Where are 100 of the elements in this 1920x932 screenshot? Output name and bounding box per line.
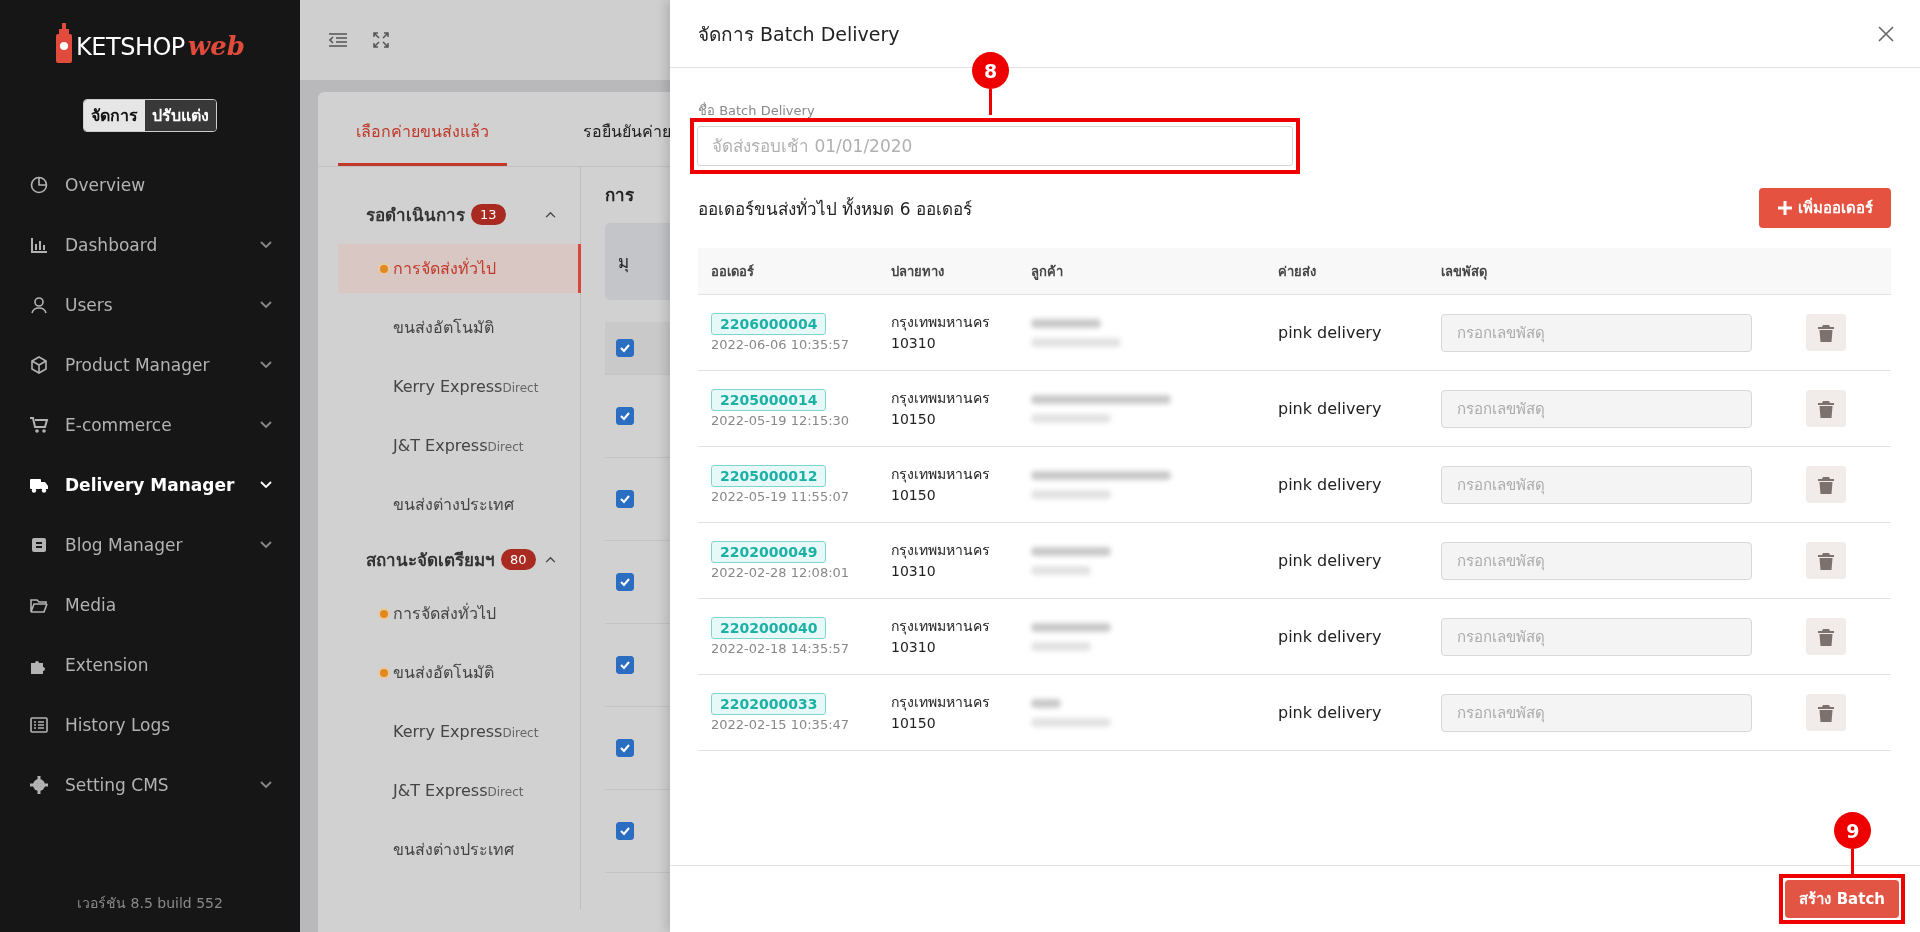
postcode-text: 10150 — [891, 409, 936, 429]
carrier-item[interactable]: ขนส่งต่างประเทศ — [338, 820, 581, 879]
postcode-text: 10150 — [891, 485, 936, 505]
sidebar-item[interactable]: Setting CMS — [0, 755, 300, 815]
table-cell: pink delivery — [1278, 551, 1382, 570]
panel-heading: การ — [605, 184, 635, 207]
delete-button[interactable] — [1806, 466, 1846, 503]
province-text: กรุงเทพมหานคร — [891, 693, 990, 713]
delete-button[interactable] — [1806, 542, 1846, 579]
checkbox[interactable] — [616, 407, 634, 425]
carrier-item[interactable]: การจัดส่งทั่วไป — [338, 244, 581, 293]
sidebar-item[interactable]: Dashboard — [0, 215, 300, 275]
sidebar-item[interactable]: Overview — [0, 155, 300, 215]
carrier-item[interactable]: J&T ExpressDirect — [338, 761, 581, 820]
order-date: 2022-02-15 10:35:47 — [711, 717, 850, 732]
user-icon — [29, 295, 49, 315]
tracking-input[interactable]: กรอกเลขพัสดุ — [1441, 389, 1752, 428]
postcode-text: 10150 — [891, 713, 936, 733]
sidebar-item[interactable]: Delivery Manager — [0, 455, 300, 515]
checkbox[interactable] — [616, 339, 634, 357]
version-text: เวอร์ชัน 8.5 build 552 — [76, 894, 224, 913]
sidebar-item[interactable]: Extension — [0, 635, 300, 695]
postcode-text: 10310 — [891, 561, 936, 581]
trash-icon — [1818, 323, 1834, 342]
checkmark-icon — [619, 493, 631, 505]
redacted-text — [1031, 641, 1091, 651]
mode-tab[interactable]: จัดการ — [84, 100, 145, 131]
table-cell: pink delivery — [1278, 323, 1382, 342]
count-badge: 13 — [471, 203, 506, 225]
tracking-input[interactable]: กรอกเลขพัสดุ — [1441, 465, 1752, 504]
order-date: 2022-05-19 11:55:07 — [711, 489, 850, 504]
table-cell: pink delivery — [1278, 475, 1382, 494]
order-summary: ออเดอร์ขนส่งทั่วไป ทั้งหมด 6 ออเดอร์ — [698, 196, 973, 221]
checkbox[interactable] — [616, 573, 634, 591]
tracking-input[interactable]: กรอกเลขพัสดุ — [1441, 617, 1752, 656]
add-order-button[interactable]: เพิ่มออเดอร์ — [1759, 188, 1891, 228]
delete-button[interactable] — [1806, 390, 1846, 427]
order-date: 2022-02-28 12:08:01 — [711, 565, 850, 580]
tracking-input[interactable]: กรอกเลขพัสดุ — [1441, 541, 1752, 580]
tracking-input[interactable]: กรอกเลขพัสดุ — [1441, 693, 1752, 732]
province-text: กรุงเทพมหานคร — [891, 389, 990, 409]
group-title: รอดำเนินการ — [366, 203, 465, 227]
column-header: ค่ายส่ง — [1278, 262, 1316, 281]
carrier-item[interactable]: Kerry ExpressDirect — [338, 702, 581, 761]
box-icon — [29, 355, 49, 375]
carrier-item[interactable]: ขนส่งอัตโนมัติ — [338, 643, 581, 702]
carrier-item[interactable]: J&T ExpressDirect — [338, 416, 581, 475]
plus-icon — [1777, 200, 1793, 216]
carrier-item[interactable]: ขนส่งต่างประเทศ — [338, 475, 581, 534]
pie-chart-icon — [29, 175, 49, 195]
province-text: กรุงเทพมหานคร — [891, 313, 990, 333]
trash-icon — [1818, 627, 1834, 646]
mode-tab[interactable]: ปรับแต่ง — [145, 100, 216, 131]
checkmark-icon — [619, 659, 631, 671]
drawer-title: จัดการ Batch Delivery — [698, 21, 900, 47]
checkbox[interactable] — [616, 490, 634, 508]
column-header: ลูกค้า — [1031, 262, 1063, 282]
create-batch-button[interactable]: สร้าง Batch — [1785, 880, 1899, 918]
carrier-item[interactable]: การจัดส่งทั่วไป — [338, 584, 581, 643]
carrier-item[interactable]: ขนส่งอัตโนมัติ — [338, 298, 581, 357]
checkbox[interactable] — [616, 739, 634, 757]
caret-icon[interactable] — [545, 210, 556, 218]
sidebar-item[interactable]: History Logs — [0, 695, 300, 755]
logo-accent-text: web — [187, 33, 245, 59]
sidebar-item[interactable]: Users — [0, 275, 300, 335]
redacted-text — [1031, 318, 1101, 328]
delete-button[interactable] — [1806, 314, 1846, 351]
tab[interactable]: เลือกค่ายขนส่งแล้ว — [338, 119, 507, 166]
sidebar-item[interactable]: Media — [0, 575, 300, 635]
table-cell: pink delivery — [1278, 703, 1382, 722]
indent-icon[interactable] — [329, 33, 347, 47]
filter-text: มุ — [618, 251, 629, 275]
trash-icon — [1818, 399, 1834, 418]
checkmark-icon — [619, 576, 631, 588]
carrier-item[interactable]: Kerry ExpressDirect — [338, 357, 581, 416]
sidebar-item[interactable]: Blog Manager — [0, 515, 300, 575]
caret-icon[interactable] — [545, 555, 556, 563]
redacted-text — [1031, 698, 1061, 708]
checkmark-icon — [619, 742, 631, 754]
checkbox[interactable] — [616, 822, 634, 840]
tab[interactable]: รอยืนยันค่าย — [565, 119, 670, 166]
fullscreen-icon[interactable] — [373, 32, 389, 48]
delete-button[interactable] — [1806, 618, 1846, 655]
checkmark-icon — [619, 410, 631, 422]
input-field[interactable]: จัดส่งรอบเช้า 01/01/2020 — [697, 126, 1293, 166]
column-header: ออเดอร์ — [711, 262, 754, 281]
tracking-input[interactable]: กรอกเลขพัสดุ — [1441, 313, 1752, 352]
list-icon — [29, 715, 49, 735]
checkmark-icon — [619, 825, 631, 837]
trash-icon — [1818, 551, 1834, 570]
trash-icon — [1818, 475, 1834, 494]
order-date: 2022-02-18 14:35:57 — [711, 641, 850, 656]
close-icon[interactable] — [1878, 25, 1894, 42]
sidebar-item[interactable]: E-commerce — [0, 395, 300, 455]
field-label: ชื่อ Batch Delivery — [698, 101, 815, 118]
sidebar-item[interactable]: Product Manager — [0, 335, 300, 395]
logo-text: KETSHOP — [76, 35, 185, 59]
postcode-text: 10310 — [891, 333, 936, 353]
checkbox[interactable] — [616, 656, 634, 674]
delete-button[interactable] — [1806, 694, 1846, 731]
